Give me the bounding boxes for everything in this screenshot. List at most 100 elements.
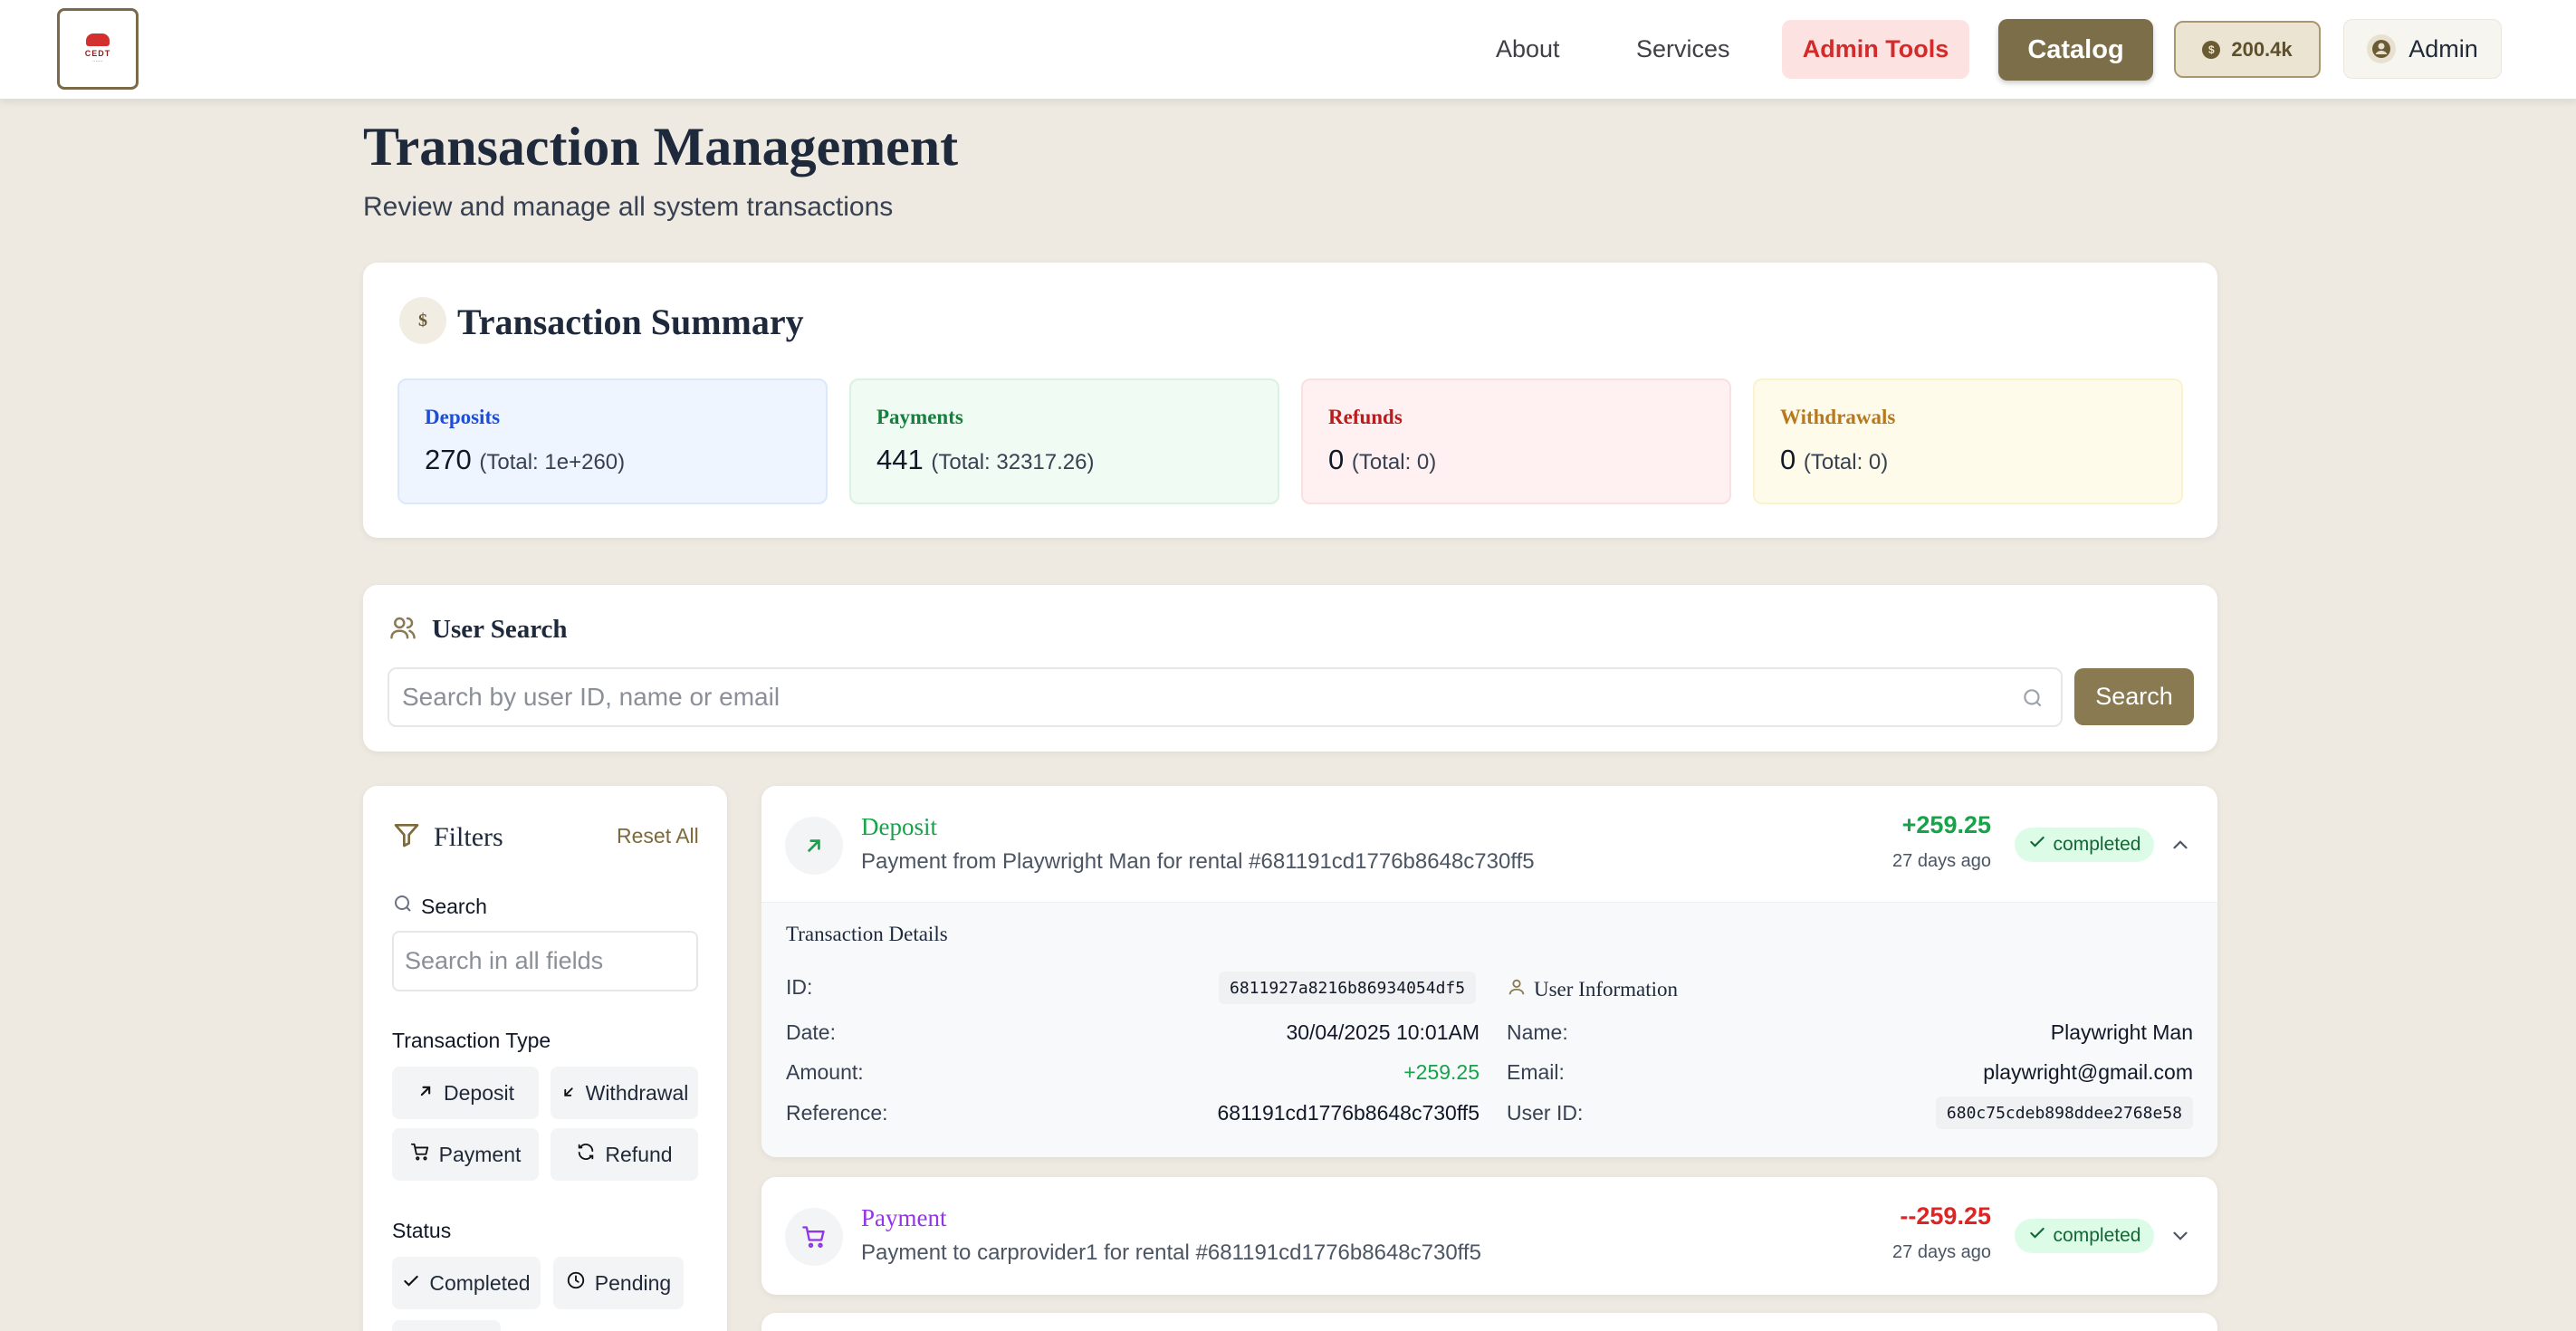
status-badge: completed xyxy=(2015,828,2154,862)
page-title: Transaction Management xyxy=(363,117,959,177)
type-chip-payment[interactable]: Payment xyxy=(392,1128,539,1181)
site-logo[interactable]: CEDT ······· xyxy=(57,8,139,90)
details-title: Transaction Details xyxy=(786,923,948,945)
filters-panel: Filters Reset All Search Transaction Typ… xyxy=(363,786,727,1331)
admin-tools-button[interactable]: Admin Tools xyxy=(1782,20,1969,79)
withdrawals-stat: Withdrawals 0 (Total: 0) xyxy=(1753,378,2183,504)
transaction-summary-card: $ Transaction Summary Deposits 270 (Tota… xyxy=(363,263,2217,538)
filter-icon xyxy=(392,820,421,854)
chip-label: Pending xyxy=(594,1270,672,1295)
transaction-description: Payment from Playwright Man for rental #… xyxy=(861,849,1535,874)
filter-search-input[interactable] xyxy=(392,931,698,991)
check-icon xyxy=(402,1271,420,1296)
car-logo-icon xyxy=(86,34,110,46)
cart-icon xyxy=(410,1142,430,1167)
check-icon xyxy=(2028,833,2046,857)
stat-total: (Total: 1e+260) xyxy=(479,450,626,474)
clock-icon xyxy=(566,1270,586,1296)
transaction-item[interactable] xyxy=(761,1313,2217,1331)
reference-value: 681191cd1776b8648c730ff5 xyxy=(1217,1101,1480,1125)
admin-profile-button[interactable]: Admin xyxy=(2343,19,2502,79)
refunds-stat: Refunds 0 (Total: 0) xyxy=(1301,378,1731,504)
balance-button[interactable]: $ 200.4k xyxy=(2174,21,2321,78)
nav-services-link[interactable]: Services xyxy=(1636,22,1730,76)
transaction-amount: +259.25 xyxy=(1901,811,1991,838)
chip-label: Withdrawal xyxy=(585,1080,689,1105)
chip-label: Refund xyxy=(605,1142,673,1166)
check-icon xyxy=(2028,1224,2046,1248)
user-info-title: User Information xyxy=(1534,978,1679,1001)
transaction-item[interactable]: Deposit Payment from Playwright Man for … xyxy=(761,786,2217,1157)
chevron-up-icon[interactable] xyxy=(2169,833,2192,861)
user-search-field xyxy=(388,667,2063,727)
filters-title: Filters xyxy=(434,821,503,852)
user-search-button[interactable]: Search xyxy=(2074,668,2194,725)
transaction-details-panel: Transaction Details ID: 6811927a8216b869… xyxy=(761,902,2217,1157)
id-label: ID: xyxy=(786,975,813,999)
status-label: Status xyxy=(392,1219,452,1242)
stat-count: 0 xyxy=(1780,444,1796,475)
catalog-button[interactable]: Catalog xyxy=(1998,19,2153,81)
user-icon xyxy=(1507,977,1527,1002)
chip-label: Deposit xyxy=(444,1080,514,1105)
transaction-time-ago: 27 days ago xyxy=(1892,1242,1991,1262)
filter-search-label: Search xyxy=(421,894,487,918)
deposit-arrow-icon xyxy=(785,817,843,875)
user-id-value: 680c75cdeb898ddee2768e58 xyxy=(1935,1096,2193,1129)
user-id-label: User ID: xyxy=(1507,1101,1584,1125)
chevron-down-icon[interactable] xyxy=(2169,1224,2192,1252)
refresh-icon xyxy=(576,1142,596,1167)
arrow-up-right-icon xyxy=(417,1081,435,1106)
search-icon xyxy=(2021,686,2045,714)
status-chip-completed[interactable]: Completed xyxy=(392,1257,541,1309)
type-chip-withdrawal[interactable]: Withdrawal xyxy=(551,1067,698,1119)
user-search-input[interactable] xyxy=(389,669,2061,725)
chip-label: Payment xyxy=(438,1142,522,1166)
payments-stat: Payments 441 (Total: 32317.26) xyxy=(849,378,1279,504)
logo-subtext: ······· xyxy=(92,59,103,64)
summary-title: Transaction Summary xyxy=(457,302,804,342)
status-text: completed xyxy=(2053,1225,2141,1246)
status-chip-pending[interactable]: Pending xyxy=(553,1257,684,1309)
status-chip-more[interactable] xyxy=(392,1320,501,1331)
date-label: Date: xyxy=(786,1020,836,1044)
type-chip-deposit[interactable]: Deposit xyxy=(392,1067,539,1119)
transaction-description: Payment to carprovider1 for rental #6811… xyxy=(861,1240,1481,1265)
name-label: Name: xyxy=(1507,1020,1568,1044)
user-search-card: User Search Search xyxy=(363,585,2217,752)
logo-text: CEDT xyxy=(84,49,111,58)
user-avatar-icon xyxy=(2367,34,2397,63)
nav-about-link[interactable]: About xyxy=(1496,22,1560,76)
top-navigation-bar: CEDT ······· About Services Admin Tools … xyxy=(0,0,2576,100)
stat-total: (Total: 32317.26) xyxy=(931,450,1095,474)
transaction-time-ago: 27 days ago xyxy=(1892,851,1991,871)
chip-label: Completed xyxy=(429,1270,531,1295)
stat-label: Refunds xyxy=(1328,406,1403,428)
deposits-stat: Deposits 270 (Total: 1e+260) xyxy=(397,378,828,504)
transaction-amount: --259.25 xyxy=(1900,1202,1991,1230)
email-label: Email: xyxy=(1507,1060,1565,1084)
date-value: 30/04/2025 10:01AM xyxy=(1286,1020,1480,1044)
users-icon xyxy=(388,614,417,646)
type-chip-refund[interactable]: Refund xyxy=(551,1128,698,1181)
transaction-type-label: Transaction Type xyxy=(392,1029,551,1052)
user-search-title: User Search xyxy=(432,615,568,644)
reference-label: Reference: xyxy=(786,1101,888,1125)
transaction-type: Deposit xyxy=(861,813,937,840)
status-badge: completed xyxy=(2015,1219,2154,1253)
cart-icon xyxy=(785,1208,843,1266)
stat-count: 0 xyxy=(1328,444,1345,475)
amount-value: +259.25 xyxy=(1403,1060,1480,1084)
reset-all-button[interactable]: Reset All xyxy=(617,824,699,848)
dollar-icon: $ xyxy=(399,297,446,344)
transaction-id-value: 6811927a8216b86934054df5 xyxy=(1219,972,1477,1004)
admin-label: Admin xyxy=(2408,34,2478,62)
stat-total: (Total: 0) xyxy=(1351,450,1437,474)
stat-count: 441 xyxy=(876,444,924,475)
stat-total: (Total: 0) xyxy=(1803,450,1889,474)
status-text: completed xyxy=(2053,834,2141,855)
transaction-item[interactable]: Payment Payment to carprovider1 for rent… xyxy=(761,1177,2217,1295)
stat-label: Payments xyxy=(876,406,963,428)
amount-label: Amount: xyxy=(786,1060,864,1084)
coin-icon: $ xyxy=(2202,40,2221,59)
